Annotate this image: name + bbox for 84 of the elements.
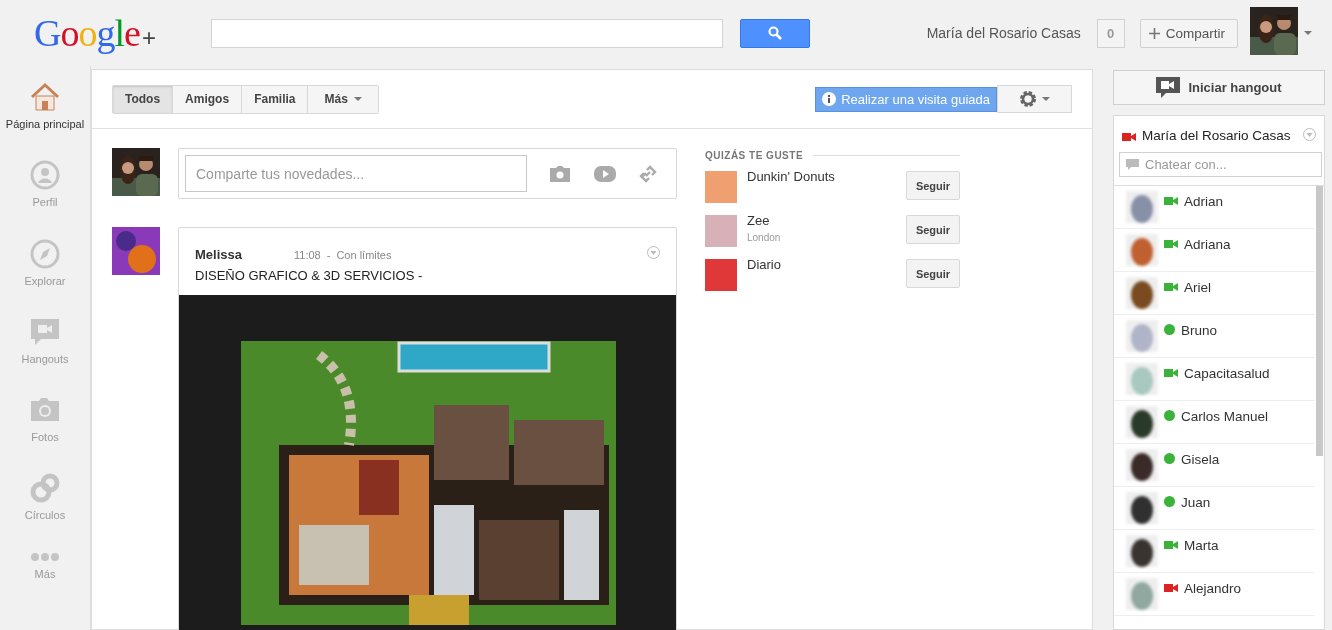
info-icon bbox=[822, 92, 837, 106]
logo[interactable]: Google+ bbox=[34, 11, 211, 55]
more-dots-icon bbox=[29, 551, 61, 562]
contact-avatar bbox=[1126, 449, 1158, 481]
filter-tab[interactable]: Familia bbox=[241, 85, 308, 113]
camera-icon[interactable] bbox=[549, 164, 571, 183]
scrollbar[interactable] bbox=[1316, 186, 1323, 456]
home-icon bbox=[29, 82, 61, 112]
chat-contact[interactable]: Ariel bbox=[1114, 272, 1315, 315]
compass-icon bbox=[29, 238, 61, 269]
search-field[interactable] bbox=[211, 18, 723, 48]
caret-icon bbox=[353, 97, 362, 101]
post-text: DISEÑO GRAFICO & 3D SERVICIOS - bbox=[194, 267, 424, 285]
settings-icon bbox=[1019, 90, 1037, 108]
follow-button[interactable]: Seguir bbox=[906, 171, 960, 200]
contact-avatar bbox=[1126, 492, 1158, 524]
contact-name: Carlos Manuel bbox=[1181, 409, 1269, 424]
follow-button[interactable]: Seguir bbox=[906, 215, 960, 244]
search-icon bbox=[768, 26, 782, 40]
contact-avatar bbox=[1126, 578, 1158, 610]
post-menu-icon[interactable] bbox=[647, 246, 660, 259]
filter-tab[interactable]: Amigos bbox=[172, 85, 242, 113]
chat-contact[interactable]: Alejandro bbox=[1114, 573, 1315, 616]
author-avatar bbox=[112, 227, 160, 275]
link-icon[interactable] bbox=[639, 164, 657, 183]
contact-avatar bbox=[1126, 535, 1158, 567]
suggestion-avatar[interactable] bbox=[705, 259, 737, 291]
contact-name: Juan bbox=[1181, 495, 1211, 510]
share-input[interactable]: Comparte tus novedades... bbox=[185, 155, 527, 192]
contact-avatar bbox=[1126, 363, 1158, 395]
chat-contact[interactable]: Gisela bbox=[1114, 444, 1315, 487]
circles-icon bbox=[29, 473, 61, 504]
chat-contact[interactable]: Marta bbox=[1114, 530, 1315, 573]
suggestion-name[interactable]: Dunkin' Donuts bbox=[747, 169, 835, 184]
contact-name: Adriana bbox=[1184, 237, 1231, 252]
suggestion-location: London bbox=[747, 232, 781, 243]
user-avatar bbox=[112, 148, 160, 196]
contact-name: Alejandro bbox=[1184, 581, 1242, 596]
search-button[interactable] bbox=[740, 18, 810, 48]
share-button[interactable]: Compartir bbox=[1139, 18, 1238, 48]
chat-contact[interactable]: Carlos Manuel bbox=[1114, 401, 1315, 444]
contact-name: Gisela bbox=[1181, 452, 1220, 467]
filter-tab[interactable]: Todos bbox=[113, 85, 173, 113]
plus-icon bbox=[1148, 27, 1160, 39]
hangout-icon bbox=[29, 316, 61, 347]
hangout-icon bbox=[1156, 76, 1181, 99]
chat-bubble-icon bbox=[1126, 159, 1139, 171]
chat-contact[interactable]: Capacitasalud bbox=[1114, 358, 1315, 401]
chat-user-name[interactable]: María del Rosario Casas bbox=[1142, 127, 1291, 143]
contact-avatar bbox=[1126, 191, 1158, 223]
post-visibility[interactable]: Con límites bbox=[336, 249, 392, 261]
contact-avatar bbox=[1126, 320, 1158, 352]
sidebar-item[interactable]: Página principal bbox=[0, 82, 91, 161]
chat-search-field[interactable]: Chatear con... bbox=[1119, 152, 1322, 177]
user-name[interactable]: María del Rosario Casas bbox=[926, 25, 1081, 41]
contact-name: Capacitasalud bbox=[1184, 366, 1270, 381]
chat-contact[interactable]: Adrian bbox=[1114, 186, 1315, 229]
contact-name: Ariel bbox=[1184, 280, 1211, 295]
video-play-icon[interactable] bbox=[593, 164, 617, 183]
hangout-button[interactable]: Iniciar hangout bbox=[1113, 70, 1325, 105]
section-title: QUIZÁS TE GUSTE bbox=[705, 150, 804, 161]
contact-avatar bbox=[1126, 277, 1158, 309]
meta-separator: - bbox=[326, 249, 331, 261]
suggestion-name[interactable]: Zee bbox=[747, 213, 781, 228]
profile-icon bbox=[29, 160, 61, 191]
contact-name: Adrian bbox=[1184, 194, 1224, 209]
chat-contact[interactable]: Juan bbox=[1114, 487, 1315, 530]
chat-contact[interactable]: Bruno bbox=[1114, 315, 1315, 358]
suggestion-name[interactable]: Diario bbox=[747, 257, 781, 272]
contact-name: Marta bbox=[1184, 538, 1219, 553]
profile-avatar bbox=[1250, 7, 1298, 55]
contact-avatar bbox=[1126, 406, 1158, 438]
follow-button[interactable]: Seguir bbox=[906, 259, 960, 288]
contact-avatar bbox=[1126, 234, 1158, 266]
post-author[interactable]: Melissa bbox=[195, 247, 288, 262]
chat-contact[interactable]: Adriana bbox=[1114, 229, 1315, 272]
suggestion-avatar[interactable] bbox=[705, 171, 737, 203]
suggestion-avatar[interactable] bbox=[705, 215, 737, 247]
post-time[interactable]: 11:08 bbox=[294, 249, 321, 261]
settings-button[interactable] bbox=[997, 85, 1072, 113]
contact-name: Bruno bbox=[1181, 323, 1218, 338]
caret-icon[interactable] bbox=[1304, 31, 1312, 35]
filter-tab[interactable]: Más bbox=[307, 85, 378, 113]
dropdown-icon[interactable] bbox=[1303, 127, 1316, 141]
